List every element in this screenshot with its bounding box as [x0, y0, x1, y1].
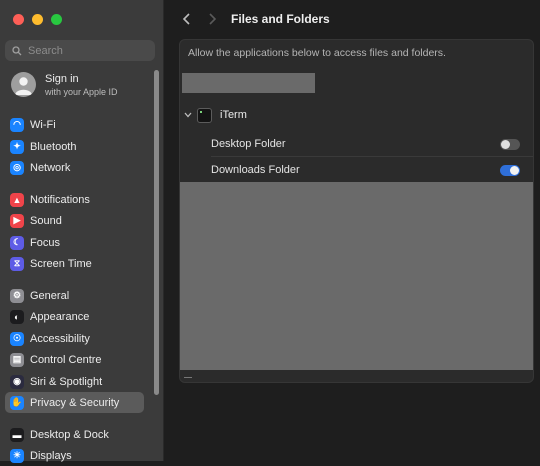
permission-row-desktop: Desktop Folder [211, 131, 520, 157]
window-controls [13, 14, 62, 25]
chevron-down-icon [184, 112, 192, 118]
app-name: iTerm [220, 109, 247, 121]
dock-icon: ▬ [10, 427, 24, 442]
accessibility-icon: ☉ [10, 331, 24, 346]
display-icon: ☀ [10, 448, 24, 463]
sidebar-item-network[interactable]: ◎ Network [5, 157, 144, 178]
zoom-window-button[interactable] [51, 14, 62, 25]
desktop-folder-toggle[interactable] [500, 138, 520, 150]
sidebar-item-label: Privacy & Security [30, 396, 120, 409]
person-icon [15, 77, 32, 95]
avatar [11, 72, 36, 97]
apple-id-sign-in[interactable]: Sign in with your Apple ID [11, 72, 118, 97]
downloads-folder-toggle[interactable] [500, 164, 520, 176]
chevron-left-icon [182, 13, 190, 25]
sidebar-item-label: Accessibility [30, 332, 90, 345]
permission-row-downloads: Downloads Folder [211, 157, 520, 183]
hourglass-icon: ⧖ [10, 256, 24, 271]
sidebar-item-label: Focus [30, 236, 60, 249]
toggle-knob [501, 139, 510, 149]
panel-description: Allow the applications below to access f… [188, 47, 446, 59]
sidebar-item-label: Screen Time [30, 257, 92, 270]
sidebar-item-general[interactable]: ⚙ General [5, 285, 144, 306]
bell-icon: ▲ [10, 192, 24, 207]
back-button[interactable] [178, 11, 194, 27]
sidebar-item-screen-time[interactable]: ⧖ Screen Time [5, 253, 144, 274]
sidebar-item-wi-fi[interactable]: ◠ Wi-Fi [5, 114, 144, 135]
toggle-knob [510, 165, 519, 175]
sidebar-item-label: Appearance [30, 310, 90, 323]
sidebar-item-label: Bluetooth [30, 140, 77, 153]
siri-icon: ◉ [10, 374, 24, 389]
sidebar-item-sound[interactable]: ▶ Sound [5, 210, 144, 231]
search-icon [12, 45, 22, 55]
sidebar-item-label: Desktop & Dock [30, 428, 109, 441]
appearance-icon: ◐ [10, 309, 24, 324]
sidebar-item-bluetooth[interactable]: ✦ Bluetooth [5, 136, 144, 157]
forward-button[interactable] [204, 11, 220, 27]
sidebar-item-accessibility[interactable]: ☉ Accessibility [5, 328, 144, 349]
toolbar: Files and Folders [164, 0, 540, 38]
chevron-right-icon [208, 13, 216, 25]
moon-icon: ☾ [10, 235, 24, 250]
sidebar-item-control-centre[interactable]: ▤ Control Centre [5, 349, 144, 370]
sidebar-item-desktop-dock[interactable]: ▬ Desktop & Dock [5, 424, 144, 445]
sidebar-item-displays[interactable]: ☀ Displays [5, 445, 144, 466]
wifi-icon: ◠ [10, 117, 24, 132]
files-folders-panel: Allow the applications below to access f… [179, 39, 534, 383]
close-window-button[interactable] [13, 14, 24, 25]
iterm-app-icon [197, 107, 212, 123]
app-row-iterm[interactable]: iTerm [180, 102, 533, 128]
sidebar-item-privacy-security[interactable]: ✋ Privacy & Security [5, 392, 144, 413]
search-input[interactable]: Search [5, 40, 155, 61]
page-title: Files and Folders [231, 12, 330, 26]
sidebar-scrollbar[interactable] [154, 70, 159, 395]
sidebar-item-label: Displays [30, 449, 72, 462]
sidebar-item-label: Sound [30, 214, 62, 227]
sidebar-item-appearance[interactable]: ◐ Appearance [5, 306, 144, 327]
sidebar-item-label: Wi-Fi [30, 118, 56, 131]
sidebar: Search Sign in with your Apple ID ◠ Wi-Fi… [0, 0, 164, 463]
redacted-area [180, 182, 533, 370]
sidebar-item-label: Notifications [30, 193, 90, 206]
bluetooth-icon: ✦ [10, 139, 24, 154]
sign-in-title: Sign in [45, 72, 79, 85]
speaker-icon: ▶ [10, 213, 24, 228]
disclosure-chevron[interactable] [184, 111, 192, 119]
sidebar-item-label: Control Centre [30, 353, 102, 366]
sign-in-subtitle: with your Apple ID [45, 86, 118, 97]
hand-icon: ✋ [10, 395, 24, 410]
control-centre-icon: ▤ [10, 352, 24, 367]
sidebar-item-siri-spotlight[interactable]: ◉ Siri & Spotlight [5, 371, 144, 392]
sidebar-item-label: Network [30, 161, 71, 174]
sidebar-item-notifications[interactable]: ▲ Notifications [5, 189, 144, 210]
gear-icon: ⚙ [10, 288, 24, 303]
sidebar-item-focus[interactable]: ☾ Focus [5, 232, 144, 253]
permission-label: Desktop Folder [211, 138, 286, 150]
redacted-field [182, 73, 315, 93]
main-content: Files and Folders Allow the applications… [164, 0, 540, 461]
sidebar-item-label: General [30, 289, 70, 302]
add-remove-control[interactable] [184, 377, 192, 378]
search-placeholder: Search [28, 44, 63, 57]
permission-label: Downloads Folder [211, 164, 300, 176]
globe-icon: ◎ [10, 160, 24, 175]
minimize-window-button[interactable] [32, 14, 43, 25]
sidebar-item-label: Siri & Spotlight [30, 375, 103, 388]
